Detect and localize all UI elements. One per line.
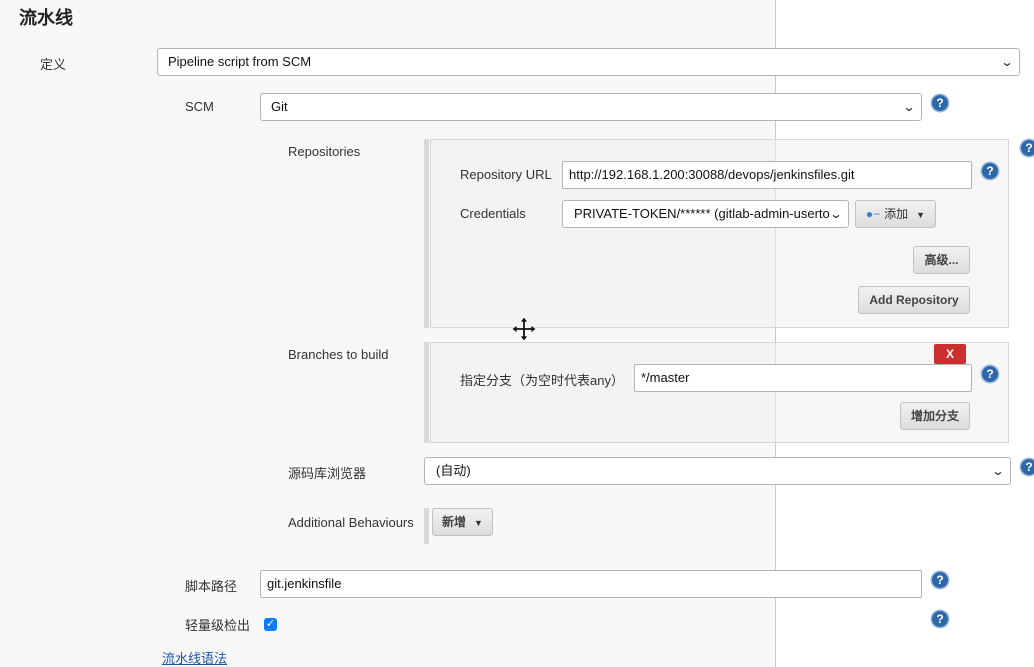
lightweight-checkout-checkbox[interactable]: ✓ bbox=[264, 618, 277, 631]
repository-browser-select[interactable]: (自动) ⌄ bbox=[424, 457, 1011, 485]
branch-specifier-input[interactable]: */master bbox=[634, 364, 972, 392]
move-cursor-icon bbox=[511, 316, 537, 342]
add-behaviour-label: 新增 bbox=[442, 515, 467, 529]
definition-selected: Pipeline script from SCM bbox=[168, 54, 312, 69]
repository-url-input[interactable]: http://192.168.1.200:30088/devops/jenkin… bbox=[562, 161, 972, 189]
help-icon[interactable]: ? bbox=[1021, 459, 1034, 475]
advanced-button[interactable]: 高级... bbox=[913, 246, 970, 274]
repository-browser-selected: (自动) bbox=[436, 463, 471, 478]
chevron-down-icon: ⌄ bbox=[1000, 55, 1014, 69]
section-title: 流水线 bbox=[19, 8, 73, 28]
add-branch-button[interactable]: 增加分支 bbox=[900, 402, 970, 430]
dropdown-caret-icon: ▼ bbox=[474, 518, 483, 528]
key-icon: ●− bbox=[865, 207, 881, 221]
credentials-selected: PRIVATE-TOKEN/****** (gitlab-admin-usert… bbox=[574, 206, 830, 221]
chevron-down-icon: ⌄ bbox=[829, 207, 843, 221]
repository-url-label: Repository URL bbox=[460, 167, 552, 182]
help-icon[interactable]: ? bbox=[932, 572, 948, 588]
credentials-select[interactable]: PRIVATE-TOKEN/****** (gitlab-admin-usert… bbox=[562, 200, 849, 228]
repository-browser-label: 源码库浏览器 bbox=[288, 466, 367, 481]
add-credentials-button[interactable]: ●− 添加 ▼ bbox=[855, 200, 936, 228]
add-credentials-label: 添加 bbox=[884, 207, 909, 221]
definition-label: 定义 bbox=[40, 57, 67, 72]
repositories-label: Repositories bbox=[288, 144, 361, 159]
branches-panel-bar bbox=[424, 342, 429, 443]
help-icon[interactable]: ? bbox=[982, 366, 998, 382]
help-icon[interactable]: ? bbox=[982, 163, 998, 179]
lightweight-checkout-label: 轻量级检出 bbox=[185, 618, 251, 633]
script-path-label: 脚本路径 bbox=[185, 579, 238, 594]
script-path-input[interactable]: git.jenkinsfile bbox=[260, 570, 922, 598]
branch-specifier-label: 指定分支（为空时代表any） bbox=[460, 373, 624, 388]
help-icon[interactable]: ? bbox=[1021, 140, 1034, 156]
repositories-panel-bar bbox=[424, 139, 429, 328]
chevron-down-icon: ⌄ bbox=[902, 100, 916, 114]
help-icon[interactable]: ? bbox=[932, 95, 948, 111]
scm-label: SCM bbox=[185, 99, 214, 114]
scm-selected: Git bbox=[271, 99, 288, 114]
chevron-down-icon: ⌄ bbox=[991, 464, 1005, 478]
scm-select[interactable]: Git ⌄ bbox=[260, 93, 922, 121]
add-repository-button[interactable]: Add Repository bbox=[858, 286, 970, 314]
help-icon[interactable]: ? bbox=[932, 611, 948, 627]
add-behaviour-button[interactable]: 新增 ▼ bbox=[432, 508, 493, 536]
pipeline-syntax-link[interactable]: 流水线语法 bbox=[162, 648, 227, 667]
delete-branch-button[interactable]: X bbox=[934, 344, 966, 364]
behaviours-panel-bar bbox=[424, 508, 429, 544]
credentials-label: Credentials bbox=[460, 206, 526, 221]
definition-select[interactable]: Pipeline script from SCM ⌄ bbox=[157, 48, 1020, 76]
additional-behaviours-label: Additional Behaviours bbox=[288, 515, 414, 530]
branches-label: Branches to build bbox=[288, 347, 389, 362]
dropdown-caret-icon: ▼ bbox=[916, 210, 926, 220]
